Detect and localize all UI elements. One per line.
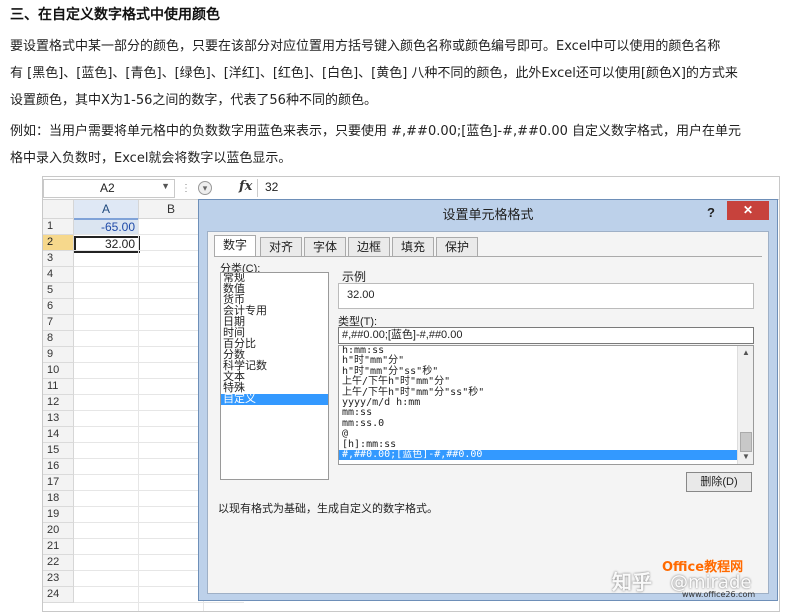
format-item[interactable]: mm:ss.0 <box>339 418 753 429</box>
scroll-down-icon[interactable]: ▼ <box>742 452 750 461</box>
row-header[interactable]: 11 <box>43 379 74 395</box>
format-item[interactable]: @ <box>339 428 753 439</box>
sample-value: 32.00 <box>347 289 375 301</box>
paragraph-1-line-1: 要设置格式中某一部分的颜色，只要在该部分对应位置用方括号键入颜色名称或颜色编号即… <box>10 39 721 54</box>
row-header[interactable]: 24 <box>43 587 74 603</box>
name-box[interactable]: A2 ▼ <box>43 179 175 198</box>
format-cells-dialog: 设置单元格格式 ? ✕ 数字 对齐 字体 边框 填充 保护 分类(C): 常规数… <box>198 199 778 601</box>
format-scrollbar[interactable]: ▲ ▼ <box>737 346 753 464</box>
tab-protection[interactable]: 保护 <box>436 237 479 256</box>
tab-number[interactable]: 数字 <box>214 235 257 257</box>
format-item[interactable]: mm:ss <box>339 407 753 418</box>
formula-input[interactable]: 32 <box>265 180 278 194</box>
category-scrollbar[interactable]: ▲ ▼ <box>328 273 329 479</box>
row-header[interactable]: 13 <box>43 411 74 427</box>
row-header[interactable]: 4 <box>43 267 74 283</box>
format-item[interactable]: 上午/下午h"时"mm"分" <box>339 376 753 387</box>
row-header[interactable]: 17 <box>43 475 74 491</box>
column-header-a[interactable]: A <box>74 200 139 220</box>
row-header[interactable]: 10 <box>43 363 74 379</box>
close-icon[interactable]: ✕ <box>727 201 769 220</box>
row-header[interactable]: 18 <box>43 491 74 507</box>
tab-border[interactable]: 边框 <box>348 237 391 256</box>
dialog-title: 设置单元格格式 <box>442 207 534 222</box>
paragraph-2-line-1: 例如：当用户需要将单元格中的负数数字用蓝色来表示，只要使用 #,##0.00;[… <box>10 124 741 139</box>
row-header[interactable]: 5 <box>43 283 74 299</box>
select-all-corner[interactable] <box>43 200 74 219</box>
column-header-b[interactable]: B <box>139 200 204 219</box>
row-header[interactable]: 21 <box>43 539 74 555</box>
row-header[interactable]: 3 <box>43 251 74 267</box>
row-header[interactable]: 6 <box>43 299 74 315</box>
dialog-body: 数字 对齐 字体 边框 填充 保护 分类(C): 常规 数值 货币 会计专用 日期 时间百… <box>207 231 769 594</box>
watermark-zhihu: 知乎 <box>612 570 652 594</box>
format-item[interactable]: #,##0.00;[蓝色]-#,##0.00 <box>339 449 753 461</box>
paragraph-1-line-3: 设置颜色，其中X为1-56之间的数字，代表了56种不同的颜色。 <box>10 93 377 108</box>
row-header[interactable]: 14 <box>43 427 74 443</box>
tab-alignment[interactable]: 对齐 <box>260 237 303 256</box>
row-header[interactable]: 19 <box>43 507 74 523</box>
formula-bar-grip-icon: ⋮ <box>181 183 191 194</box>
formula-bar: A2 ▼ ⋮ ▾ fx 32 <box>43 177 779 200</box>
row-header[interactable]: 23 <box>43 571 74 587</box>
row-header[interactable]: 8 <box>43 331 74 347</box>
paragraph-1-line-2: 有 [黑色]、[蓝色]、[青色]、[绿色]、[洋红]、[红色]、[白色]、[黄色… <box>10 66 738 81</box>
formula-divider <box>257 179 258 197</box>
grid-column-line <box>138 219 139 611</box>
tab-divider <box>214 256 762 257</box>
format-items: h:mm:ss h"时"mm"分" h"时"mm"分"ss"秒" 上午/下午h"时"m… <box>339 346 753 461</box>
chevron-down-icon[interactable]: ▼ <box>161 181 170 191</box>
row-header[interactable]: 12 <box>43 395 74 411</box>
cell-a1[interactable]: -65.00 <box>74 220 138 235</box>
format-description: 以现有格式为基础，生成自定义的数字格式。 <box>218 503 438 515</box>
paragraph-2-line-2: 格中录入负数时，Excel就会将数字以蓝色显示。 <box>10 151 292 166</box>
category-list[interactable]: 常规数值货币会计专用日期时间百分比分数科学记数文本特殊自定义 ▲ ▼ <box>220 272 329 480</box>
insert-function-icon[interactable]: fx <box>239 179 252 194</box>
format-list[interactable]: h:mm:ss h"时"mm"分" h"时"mm"分"ss"秒" 上午/下午h"时"m… <box>338 345 754 465</box>
sample-box: 32.00 <box>338 283 754 309</box>
paragraph-1: 要设置格式中某一部分的颜色，只要在该部分对应位置用方括号键入颜色名称或颜色编号即… <box>10 33 790 114</box>
tab-font[interactable]: 字体 <box>304 237 347 256</box>
watermark: Office教程网 知乎 @mirade www.office26.com <box>612 560 780 600</box>
help-icon[interactable]: ? <box>707 205 715 220</box>
scroll-up-icon[interactable]: ▲ <box>742 348 750 357</box>
row-header[interactable]: 15 <box>43 443 74 459</box>
grid-line <box>74 602 244 603</box>
section-heading: 三、在自定义数字格式中使用颜色 <box>10 7 220 23</box>
type-input[interactable]: #,##0.00;[蓝色]-#,##0.00 <box>338 327 754 344</box>
row-header[interactable]: 16 <box>43 459 74 475</box>
row-header[interactable]: 22 <box>43 555 74 571</box>
watermark-site: www.office26.com <box>682 590 756 599</box>
scroll-thumb[interactable] <box>740 432 752 452</box>
row-header[interactable]: 9 <box>43 347 74 363</box>
category-items: 常规 数值 货币 会计专用 日期 时间 百分比 分数 科学记数 文本 特殊 自定义 <box>221 273 328 405</box>
row-header[interactable]: 7 <box>43 315 74 331</box>
category-item[interactable]: 自定义 <box>221 394 328 405</box>
row-header[interactable]: 1 <box>43 219 74 235</box>
delete-button[interactable]: 删除(D) <box>686 472 752 492</box>
format-item[interactable]: yyyy/m/d h:mm <box>339 397 753 408</box>
tab-fill[interactable]: 填充 <box>392 237 435 256</box>
paragraph-2: 例如：当用户需要将单元格中的负数数字用蓝色来表示，只要使用 #,##0.00;[… <box>10 118 790 172</box>
row-header[interactable]: 2 <box>43 235 74 251</box>
cancel-entry-icon[interactable]: ▾ <box>198 181 212 195</box>
row-header[interactable]: 20 <box>43 523 74 539</box>
name-box-value: A2 <box>100 181 115 195</box>
